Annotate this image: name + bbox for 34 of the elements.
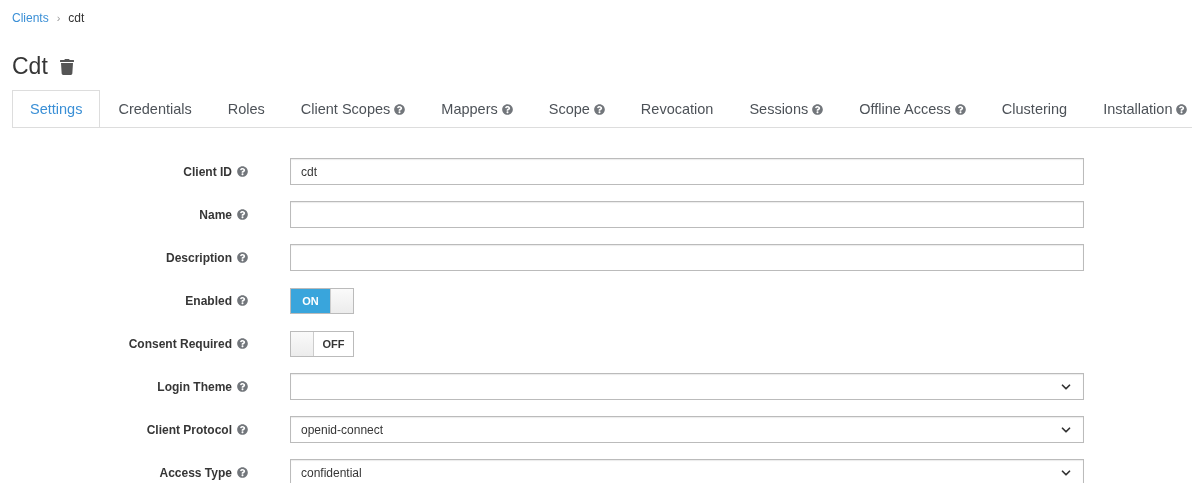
- breadcrumb-link[interactable]: Clients: [12, 11, 49, 25]
- toggle-switch[interactable]: OFF: [290, 330, 354, 357]
- help-icon[interactable]: [237, 209, 248, 220]
- help-icon[interactable]: [954, 103, 966, 115]
- page-title: Cdt: [12, 53, 48, 80]
- field-label: Consent Required: [128, 336, 232, 351]
- help-icon[interactable]: [237, 252, 248, 263]
- help-icon[interactable]: [237, 166, 248, 177]
- help-icon[interactable]: [237, 467, 248, 478]
- text-field[interactable]: [290, 201, 1084, 228]
- field-label: Description: [166, 250, 232, 265]
- breadcrumb-separator: ›: [56, 12, 61, 24]
- help-icon[interactable]: [1176, 103, 1188, 115]
- help-icon[interactable]: [237, 424, 248, 435]
- help-icon[interactable]: [593, 103, 605, 115]
- text-field[interactable]: [290, 244, 1084, 271]
- text-field[interactable]: cdt: [290, 158, 1084, 185]
- select-field[interactable]: confidential: [290, 459, 1084, 483]
- help-icon[interactable]: [812, 103, 824, 115]
- select-field[interactable]: [290, 373, 1084, 400]
- help-icon[interactable]: [237, 338, 248, 349]
- field-label: Enabled: [185, 293, 232, 308]
- breadcrumb-current: cdt: [68, 11, 85, 25]
- field-label: Client Protocol: [146, 422, 232, 437]
- help-icon[interactable]: [237, 295, 248, 306]
- select-field[interactable]: openid-connect: [290, 416, 1084, 443]
- help-icon[interactable]: [237, 381, 248, 392]
- field-label: Access Type: [159, 465, 232, 480]
- help-icon[interactable]: [394, 103, 406, 115]
- field-label: Client ID: [183, 164, 232, 179]
- trash-icon[interactable]: [59, 58, 74, 75]
- field-label: Login Theme: [157, 379, 232, 394]
- help-icon[interactable]: [501, 103, 513, 115]
- field-label: Name: [199, 207, 232, 222]
